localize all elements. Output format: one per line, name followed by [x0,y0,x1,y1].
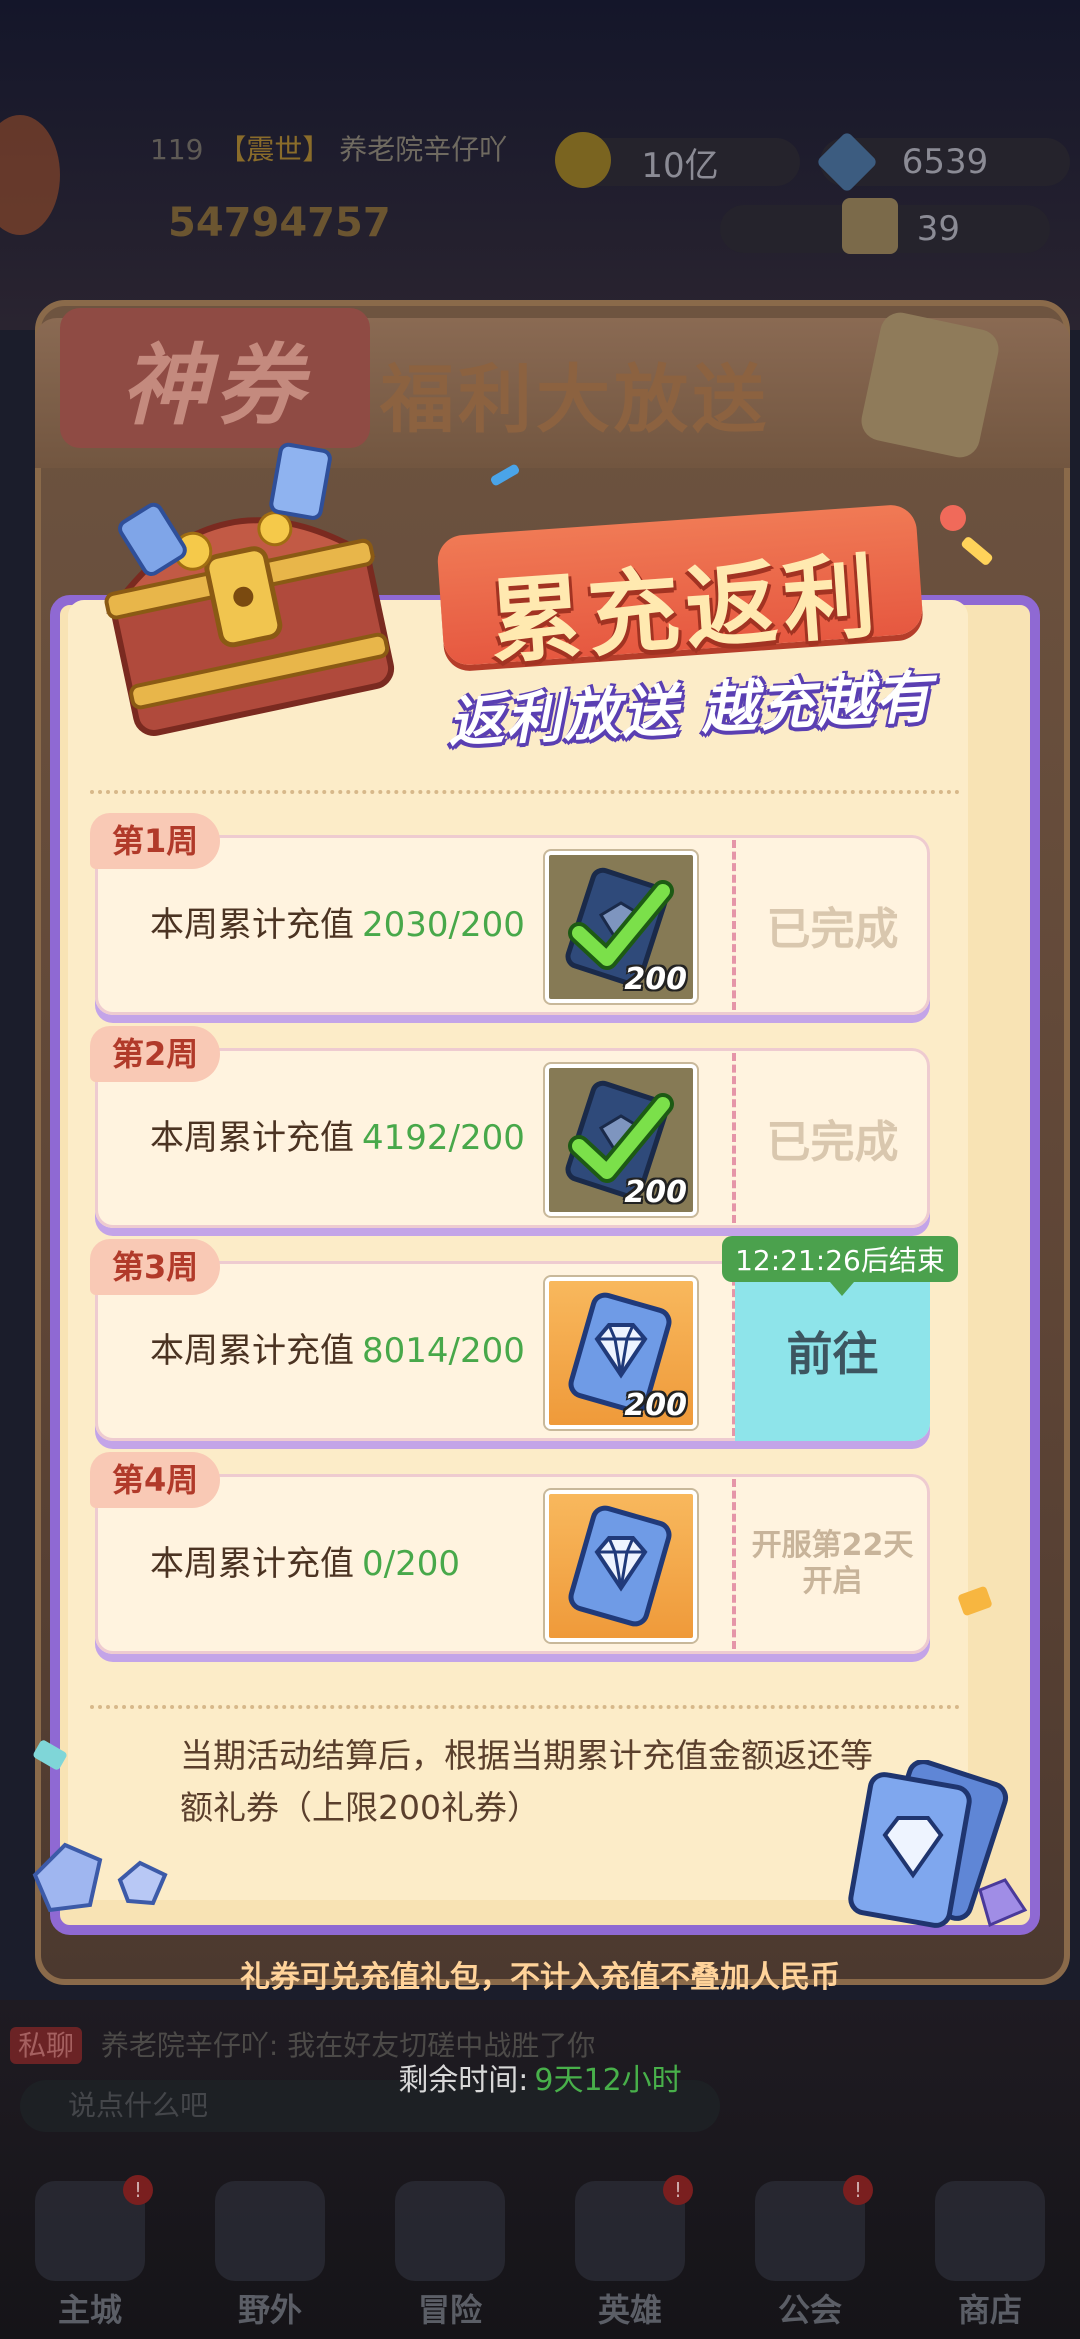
alert-badge: ! [123,2175,153,2205]
alert-badge: ! [843,2175,873,2205]
recharge-label: 本周累计充值 2030/200 [150,835,525,1015]
nav-label: 公会 [777,2291,842,2329]
gold-value: 10亿 [641,145,719,186]
recharge-progress: 2030/200 [362,905,525,945]
nav-main-city[interactable]: ! 主城 [15,2175,165,2331]
adventure-icon [395,2181,505,2281]
recharge-progress: 0/200 [362,1544,460,1584]
reward-ticket-item[interactable]: 200 [545,1064,697,1216]
status-locked: 开服第22天 开启 [740,1474,925,1654]
row-divider [732,1053,736,1223]
recharge-label: 本周累计充值 0/200 [150,1474,460,1654]
nav-hero[interactable]: ! 英雄 [555,2175,705,2331]
row-divider [732,840,736,1010]
nav-label: 主城 [57,2291,122,2329]
ticket-icon [842,198,898,254]
nav-adventure[interactable]: 冒险 [375,2181,525,2331]
diamond-tickets-decoration [848,1760,1028,1928]
reward-ticket-item[interactable] [545,1490,697,1642]
gold-coin-icon [555,132,611,188]
recharge-label: 本周累计充值 8014/200 [150,1261,525,1441]
nav-field[interactable]: 野外 [195,2181,345,2331]
crystal-gems-decoration [32,1842,168,1913]
reward-count: 200 [624,1388,687,1423]
nav-label: 英雄 [597,2291,662,2329]
footer-note: 礼券可兑充值礼包，不计入充值不叠加人民币 [240,1960,840,1995]
week-row-2: 第2周 本周累计充值 4192/200 200 已完成 [90,1026,930,1228]
recharge-text: 本周累计充值 [150,1118,354,1158]
guild-tag: 【震世】 [218,133,331,166]
reward-count: 200 [624,962,687,997]
recharge-text: 本周累计充值 [150,1331,354,1371]
recharge-text: 本周累计充值 [150,905,354,945]
power-value: 54794757 [168,200,391,246]
row-divider [732,1479,736,1649]
ticket-value: 39 [916,209,960,249]
field-icon [215,2181,325,2281]
nav-label: 冒险 [417,2291,482,2329]
reward-ticket-item[interactable]: 200 [545,851,697,1003]
status-completed: 已完成 [766,1117,899,1168]
nav-label: 商店 [957,2291,1022,2329]
divider [90,790,960,794]
week-row-4: 第4周 本周累计充值 0/200 开服第22天 开启 [90,1452,930,1654]
unlock-suffix: 开启 [802,1564,863,1599]
recharge-progress: 4192/200 [362,1118,525,1158]
week-row-1: 第1周 本周累计充值 2030/200 200 已完成 [90,813,930,1015]
countdown-badge: 12:21:26后结束 [722,1236,958,1296]
recharge-label: 本周累计充值 4192/200 [150,1048,525,1228]
player-name: 养老院辛仔吖 [339,133,508,166]
shop-icon [935,2181,1045,2281]
week-row-3: 第3周 本周累计充值 8014/200 200 前往 [90,1239,930,1441]
reward-count: 200 [624,1175,687,1210]
player-level: 119 [150,133,204,166]
recharge-text: 本周累计充值 [150,1544,354,1584]
alert-badge: ! [663,2175,693,2205]
player-info: 119 【震世】 养老院辛仔吖 [150,128,507,168]
remaining-value: 9天12小时 [534,2063,682,2098]
nav-guild[interactable]: ! 公会 [735,2175,885,2331]
confetti [940,505,966,531]
diamond-ticket-icon [568,1505,672,1627]
diamond-value: 6539 [901,142,989,182]
unlock-day: 开服第22天 [751,1528,914,1563]
bottom-nav: ! 主城 野外 冒险 ! 英雄 ! 公会 商店 [0,2175,1080,2339]
treasure-chest-icon [104,442,395,736]
remaining-time: 剩余时间: 9天12小时 [0,2055,1080,2099]
reward-ticket-item[interactable]: 200 [545,1277,697,1429]
rebate-note: 当期活动结算后，根据当期累计充值金额返还等额礼券（上限200礼券） [180,1736,873,1827]
status-completed: 已完成 [766,904,899,955]
remaining-label: 剩余时间: [398,2063,529,2098]
nav-label: 野外 [237,2291,302,2329]
nav-shop[interactable]: 商店 [915,2181,1065,2331]
divider [90,1705,960,1709]
recharge-progress: 8014/200 [362,1331,525,1371]
